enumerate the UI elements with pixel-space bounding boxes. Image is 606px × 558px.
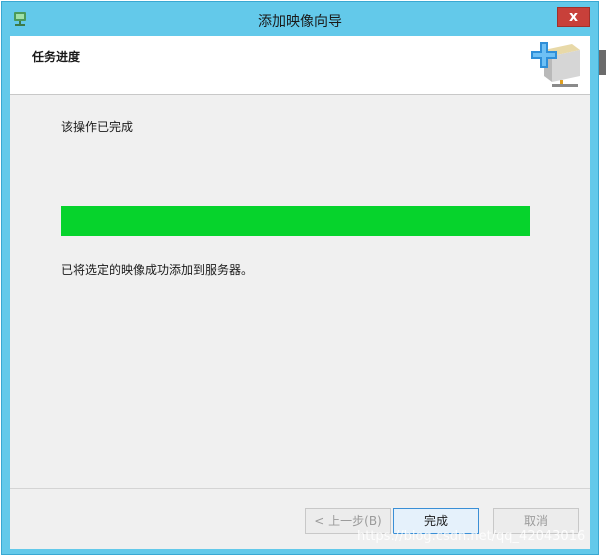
footer-divider [10, 488, 590, 489]
add-image-icon [531, 42, 580, 87]
status-text: 该操作已完成 [61, 120, 134, 134]
background-window-edge [598, 50, 606, 75]
watermark-text: https://blog.csdn.net/qq_42043016 [357, 529, 586, 544]
wizard-header: 任务进度 [10, 36, 590, 95]
wizard-client-area: 任务进度 该操作已完成 已将选定的映像成功添加到服务器。 < 上一步(B) 完成… [10, 36, 590, 549]
title-bar[interactable]: 添加映像向导 x [2, 2, 598, 36]
add-image-wizard-window: 添加映像向导 x 任务进度 该操作已完成 已将选定的映像成功添加到服务器。 < [1, 1, 599, 555]
progress-bar-fill [61, 206, 530, 236]
close-button[interactable]: x [557, 7, 590, 27]
result-message: 已将选定的映像成功添加到服务器。 [61, 263, 254, 277]
page-title: 任务进度 [32, 50, 81, 64]
window-title: 添加映像向导 [258, 14, 342, 30]
progress-bar [61, 206, 530, 236]
